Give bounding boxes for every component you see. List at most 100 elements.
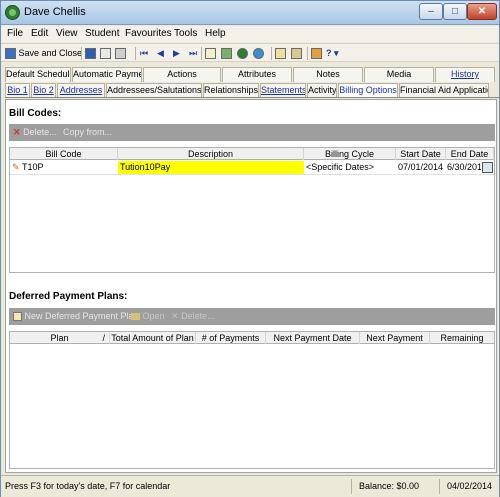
tab-billing-options[interactable]: Billing Options <box>338 83 398 97</box>
tab-addresses[interactable]: Addresses <box>57 83 105 97</box>
calendar-icon[interactable] <box>482 162 493 173</box>
toolbar-separator <box>271 47 272 60</box>
sort-indicator-icon: / <box>102 333 105 343</box>
copy-from-button[interactable]: Copy from... <box>63 127 112 137</box>
chevron-down-icon: ▾ <box>334 48 339 58</box>
tab-activity[interactable]: Activity <box>307 83 337 97</box>
menu-edit[interactable]: Edit <box>31 28 48 39</box>
start-date-cell[interactable]: 07/01/2014 <box>398 161 443 174</box>
menu-favourites[interactable]: Favourites <box>125 28 172 39</box>
bill-codes-header: Bill Code Description Billing Cycle Star… <box>10 148 494 160</box>
tab-bio-1[interactable]: Bio 1 <box>5 83 30 97</box>
col-total-amount[interactable]: Total Amount of Plan <box>110 332 196 344</box>
col-next-payment-date[interactable]: Next Payment Date <box>266 332 360 344</box>
table-row[interactable]: ✎ T10P Tution10Pay <Specific Dates> 07/0… <box>10 161 494 175</box>
save-button[interactable] <box>85 47 96 60</box>
col-number-of-payments[interactable]: # of Payments <box>196 332 266 344</box>
attachment-icon <box>291 48 302 60</box>
new-plan-label: New Deferred Payment Plan <box>24 311 139 321</box>
save-disk-icon <box>5 48 16 60</box>
col-remaining[interactable]: Remaining <box>430 332 494 344</box>
undo-button[interactable] <box>275 47 286 60</box>
help-button[interactable]: ? ▾ <box>326 47 339 59</box>
toolbar-separator <box>81 47 82 60</box>
next-record-button[interactable]: ▶ <box>173 47 180 59</box>
toolbar-separator <box>307 47 308 60</box>
tab-row-lower: Bio 1 Bio 2 Addresses Addressees/Salutat… <box>5 83 499 98</box>
delete-x-icon: ✕ <box>13 127 21 137</box>
tab-addressees-salutations[interactable]: Addressees/Salutations <box>106 83 202 97</box>
tab-relationships[interactable]: Relationships <box>203 83 259 97</box>
bill-codes-title: Bill Codes: <box>9 108 62 119</box>
delete-x-icon: ✕ <box>171 311 179 321</box>
minimize-button[interactable]: – <box>419 3 443 20</box>
previous-record-button[interactable]: ◀ <box>157 47 164 59</box>
report-icon <box>311 48 322 60</box>
edit-pencil-icon: ✎ <box>12 162 20 172</box>
menu-bar: File Edit View Student Favourites Tools … <box>1 26 499 42</box>
first-record-button[interactable]: ⏮ <box>140 47 148 59</box>
col-plan[interactable]: Plan / <box>10 332 110 344</box>
billing-cycle-cell[interactable]: <Specific Dates> <box>306 161 374 174</box>
col-end-date[interactable]: End Date <box>446 148 494 160</box>
undo-icon <box>275 48 286 60</box>
status-date: 04/02/2014 <box>447 481 493 491</box>
window-title: Dave Chellis <box>24 6 86 18</box>
notes-button[interactable] <box>205 47 216 60</box>
col-plan-label: Plan <box>50 333 69 343</box>
col-start-date[interactable]: Start Date <box>396 148 446 160</box>
relationships-button[interactable] <box>221 47 232 60</box>
tab-automatic-payments[interactable]: Automatic Payme... <box>72 67 142 82</box>
col-next-payment[interactable]: Next Payment <box>360 332 430 344</box>
folder-open-icon <box>131 313 140 321</box>
tab-media[interactable]: Media <box>364 67 434 82</box>
floppy-disk-icon <box>85 48 96 60</box>
print-preview-button[interactable] <box>100 47 111 60</box>
status-separator <box>439 479 440 494</box>
end-date-cell[interactable]: 6/30/2015 <box>447 161 481 174</box>
report-button[interactable] <box>311 47 322 60</box>
status-separator <box>351 479 352 494</box>
application-window: Dave Chellis – □ ✕ File Edit View Studen… <box>0 0 500 497</box>
tab-bio-2[interactable]: Bio 2 <box>31 83 56 97</box>
toolbar: Save and Close ▾ ⏮ ◀ ▶ ⏭ ? ▾ <box>1 43 499 62</box>
menu-view[interactable]: View <box>56 28 78 39</box>
attachment-button[interactable] <box>291 47 302 60</box>
last-record-button[interactable]: ⏭ <box>189 47 197 59</box>
deferred-action-bar: New Deferred Payment Plan Open ✕ Delete.… <box>9 308 495 325</box>
tree-icon <box>237 48 248 60</box>
menu-file[interactable]: File <box>7 28 23 39</box>
delete-plan-button[interactable]: ✕ Delete... <box>171 311 215 322</box>
tab-financial-aid-application[interactable]: Financial Aid Application <box>399 83 489 97</box>
tab-statements[interactable]: Statements <box>260 83 306 97</box>
menu-student[interactable]: Student <box>85 28 119 39</box>
menu-help[interactable]: Help <box>205 28 226 39</box>
tab-row-upper: Default Schedules Automatic Payme... Act… <box>5 67 499 82</box>
tab-notes[interactable]: Notes <box>293 67 363 82</box>
new-deferred-payment-plan-button[interactable]: New Deferred Payment Plan <box>13 311 139 322</box>
save-and-close-button[interactable]: Save and Close ▾ <box>5 47 89 60</box>
maximize-button[interactable]: □ <box>443 3 467 20</box>
status-bar: Press F3 for today's date, F7 for calend… <box>1 475 499 497</box>
globe-button[interactable] <box>253 47 264 60</box>
print-preview-icon <box>100 48 111 60</box>
app-globe-icon <box>5 5 20 20</box>
menu-tools[interactable]: Tools <box>174 28 197 39</box>
properties-button[interactable] <box>115 47 126 60</box>
open-plan-button[interactable]: Open <box>131 311 165 321</box>
bill-code-cell[interactable]: T10P <box>22 161 44 174</box>
tab-actions[interactable]: Actions <box>143 67 221 82</box>
globe-icon <box>253 48 264 60</box>
tab-history[interactable]: History <box>435 67 495 82</box>
bill-codes-delete-button[interactable]: ✕ Delete... <box>13 127 57 138</box>
toolbar-separator <box>201 47 202 60</box>
col-billing-cycle[interactable]: Billing Cycle <box>304 148 396 160</box>
col-bill-code[interactable]: Bill Code <box>10 148 118 160</box>
tab-default-schedules[interactable]: Default Schedules <box>5 67 71 82</box>
col-description[interactable]: Description <box>118 148 304 160</box>
family-tree-button[interactable] <box>237 47 248 60</box>
close-button[interactable]: ✕ <box>467 3 497 20</box>
tab-attributes[interactable]: Attributes <box>222 67 292 82</box>
description-cell[interactable]: Tution10Pay <box>118 161 304 174</box>
bill-codes-action-bar: ✕ Delete... Copy from... <box>9 124 495 141</box>
